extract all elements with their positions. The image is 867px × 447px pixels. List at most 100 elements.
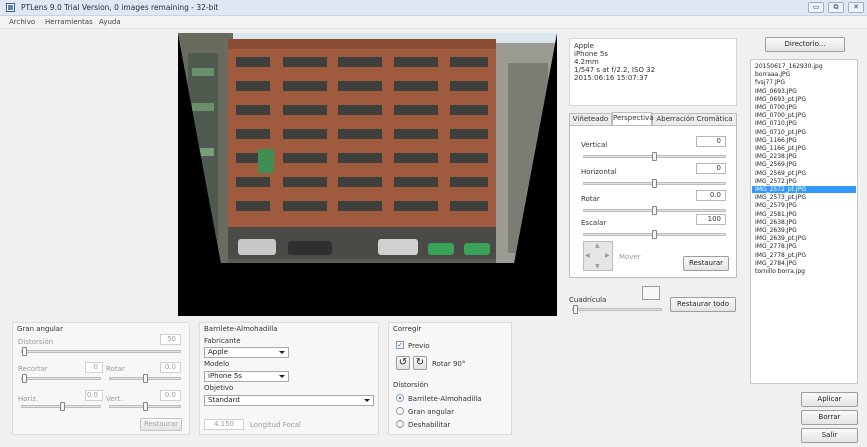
apply-button[interactable]: Aplicar: [801, 392, 858, 407]
wide-rotate-label: Rotar: [106, 365, 125, 373]
maker-value: Apple: [208, 348, 228, 356]
distortion-slider[interactable]: [21, 347, 181, 356]
file-list-item[interactable]: borraaa.JPG: [755, 71, 855, 78]
crop-slider[interactable]: [21, 374, 101, 383]
file-list-item[interactable]: IMG_2778_pt.JPG: [755, 252, 855, 259]
minimize-button[interactable]: ▭: [808, 2, 824, 13]
focal-length-field[interactable]: 4.150: [204, 419, 244, 430]
move-up-icon[interactable]: ▲: [595, 242, 600, 249]
rotate-left-icon[interactable]: ↺: [396, 356, 410, 370]
file-list-item[interactable]: IMG_0710.JPG: [755, 120, 855, 127]
file-list-item[interactable]: IMG_2569.JPG: [755, 161, 855, 168]
menu-archivo[interactable]: Archivo: [9, 18, 35, 26]
close-button[interactable]: ✕: [848, 2, 864, 13]
horiz-field[interactable]: 0.0: [85, 390, 103, 401]
file-list-item[interactable]: IMG_2638.JPG: [755, 219, 855, 226]
tab-chromatic-aberration[interactable]: Aberración Cromática: [652, 113, 737, 125]
restore-perspective-button[interactable]: Restaurar: [683, 256, 729, 271]
file-list-item[interactable]: IMG_2639.JPG: [755, 227, 855, 234]
rotate-slider[interactable]: [583, 206, 726, 215]
vertical-slider[interactable]: [583, 152, 726, 161]
file-list-item[interactable]: IMG_2778.JPG: [755, 243, 855, 250]
horizontal-slider[interactable]: [583, 179, 726, 188]
file-list-item[interactable]: fvsj77.JPG: [755, 79, 855, 86]
file-list-item[interactable]: 20150617_162930.jpg: [755, 63, 855, 70]
vertical-field[interactable]: 0: [696, 136, 726, 147]
wide-rotate-slider-thumb[interactable]: [143, 374, 148, 383]
horizontal-label: Horizontal: [581, 168, 617, 176]
file-list-item[interactable]: IMG_2639_pt.JPG: [755, 235, 855, 242]
distortion-slider-thumb[interactable]: [22, 347, 27, 356]
vert-label: Vert.: [106, 395, 123, 403]
file-list-item[interactable]: IMG_0700.JPG: [755, 104, 855, 111]
file-list-item[interactable]: IMG_1166_pt.JPG: [755, 145, 855, 152]
corrected-photo: [178, 33, 557, 316]
window-title: PTLens 9.0 Trial Version, 0 images remai…: [21, 3, 219, 12]
scale-field[interactable]: 100: [696, 214, 726, 225]
move-left-icon[interactable]: ◀: [585, 252, 590, 259]
vert-slider-thumb[interactable]: [143, 402, 148, 411]
file-list-item[interactable]: IMG_2573_pt.JPG: [755, 194, 855, 201]
file-list-item[interactable]: IMG_2238.JPG: [755, 153, 855, 160]
horiz-slider-thumb[interactable]: [60, 402, 65, 411]
file-list-item[interactable]: IMG_2784.JPG: [755, 260, 855, 267]
crop-field[interactable]: 0: [85, 362, 103, 373]
directory-button[interactable]: Directorio...: [765, 37, 845, 52]
file-list-item[interactable]: IMG_2581.JPG: [755, 211, 855, 218]
file-list-item[interactable]: IMG_2572.JPG: [755, 178, 855, 185]
wide-rotate-field[interactable]: 0.0: [160, 362, 181, 373]
grid-label: Cuadrícula: [569, 296, 607, 304]
maximize-button[interactable]: ⧉: [828, 2, 844, 13]
horizontal-field[interactable]: 0: [696, 163, 726, 174]
rotate-slider-thumb[interactable]: [652, 206, 657, 215]
rotate-right-icon[interactable]: ↻: [413, 356, 427, 370]
restore-all-button[interactable]: Restaurar todo: [670, 297, 736, 312]
wide-restore-button[interactable]: Restaurar: [140, 418, 182, 431]
crop-slider-thumb[interactable]: [22, 374, 27, 383]
tab-perspective[interactable]: Perspectiva: [612, 112, 654, 125]
menu-herramientas[interactable]: Herramientas: [45, 18, 93, 26]
file-list[interactable]: 20150617_162930.jpg borraaa.JPG fvsj77.JPG…: [750, 59, 858, 384]
vert-slider[interactable]: [109, 402, 181, 411]
preview-checkbox[interactable]: ✓: [396, 341, 404, 349]
radio-wide-angle[interactable]: [396, 407, 404, 415]
maker-select[interactable]: Apple: [204, 347, 289, 358]
move-right-icon[interactable]: ▶: [605, 252, 610, 259]
model-value: iPhone 5s: [208, 372, 242, 380]
file-list-item[interactable]: IMG_2572_pt.JPG: [752, 186, 856, 193]
radio-barrel[interactable]: [396, 394, 404, 402]
image-preview[interactable]: [178, 33, 557, 316]
file-list-item[interactable]: IMG_2569_pt.JPG: [755, 170, 855, 177]
vertical-slider-thumb[interactable]: [652, 152, 657, 161]
tab-vignetting[interactable]: Viñeteado: [569, 113, 612, 125]
move-pad[interactable]: ▲ ▼ ◀ ▶: [583, 241, 613, 271]
grid-slider-thumb[interactable]: [573, 305, 578, 314]
file-list-item[interactable]: IMG_0710_pt.JPG: [755, 129, 855, 136]
file-list-item[interactable]: IMG_0693.JPG: [755, 88, 855, 95]
file-list-item[interactable]: tornillo borra.jpg: [755, 268, 855, 275]
grid-slider[interactable]: [572, 305, 662, 314]
maker-dropdown-icon: [279, 351, 285, 354]
rotate-field[interactable]: 0.0: [696, 190, 726, 201]
menu-ayuda[interactable]: Ayuda: [99, 18, 121, 26]
delete-button[interactable]: Borrar: [801, 410, 858, 425]
file-list-item[interactable]: IMG_2579.JPG: [755, 202, 855, 209]
file-list-item[interactable]: IMG_0693_pt.JPG: [755, 96, 855, 103]
scale-slider[interactable]: [583, 230, 726, 239]
exit-button[interactable]: Salir: [801, 428, 858, 443]
wide-rotate-slider[interactable]: [109, 374, 181, 383]
file-list-item[interactable]: IMG_1166.JPG: [755, 137, 855, 144]
crop-label: Recortar: [18, 365, 48, 373]
file-list-item[interactable]: IMG_0700_pt.JPG: [755, 112, 855, 119]
scale-slider-thumb[interactable]: [652, 230, 657, 239]
model-select[interactable]: iPhone 5s: [204, 371, 289, 382]
radio-disable[interactable]: [396, 420, 404, 428]
grid-color-swatch[interactable]: [642, 286, 660, 300]
move-down-icon[interactable]: ▼: [595, 263, 600, 270]
lens-value: Standard: [208, 396, 240, 404]
horiz-slider[interactable]: [21, 402, 101, 411]
lens-select[interactable]: Standard: [204, 395, 374, 406]
vert-field[interactable]: 0.0: [160, 390, 181, 401]
distortion-field[interactable]: 50: [160, 334, 181, 345]
horizontal-slider-thumb[interactable]: [652, 179, 657, 188]
